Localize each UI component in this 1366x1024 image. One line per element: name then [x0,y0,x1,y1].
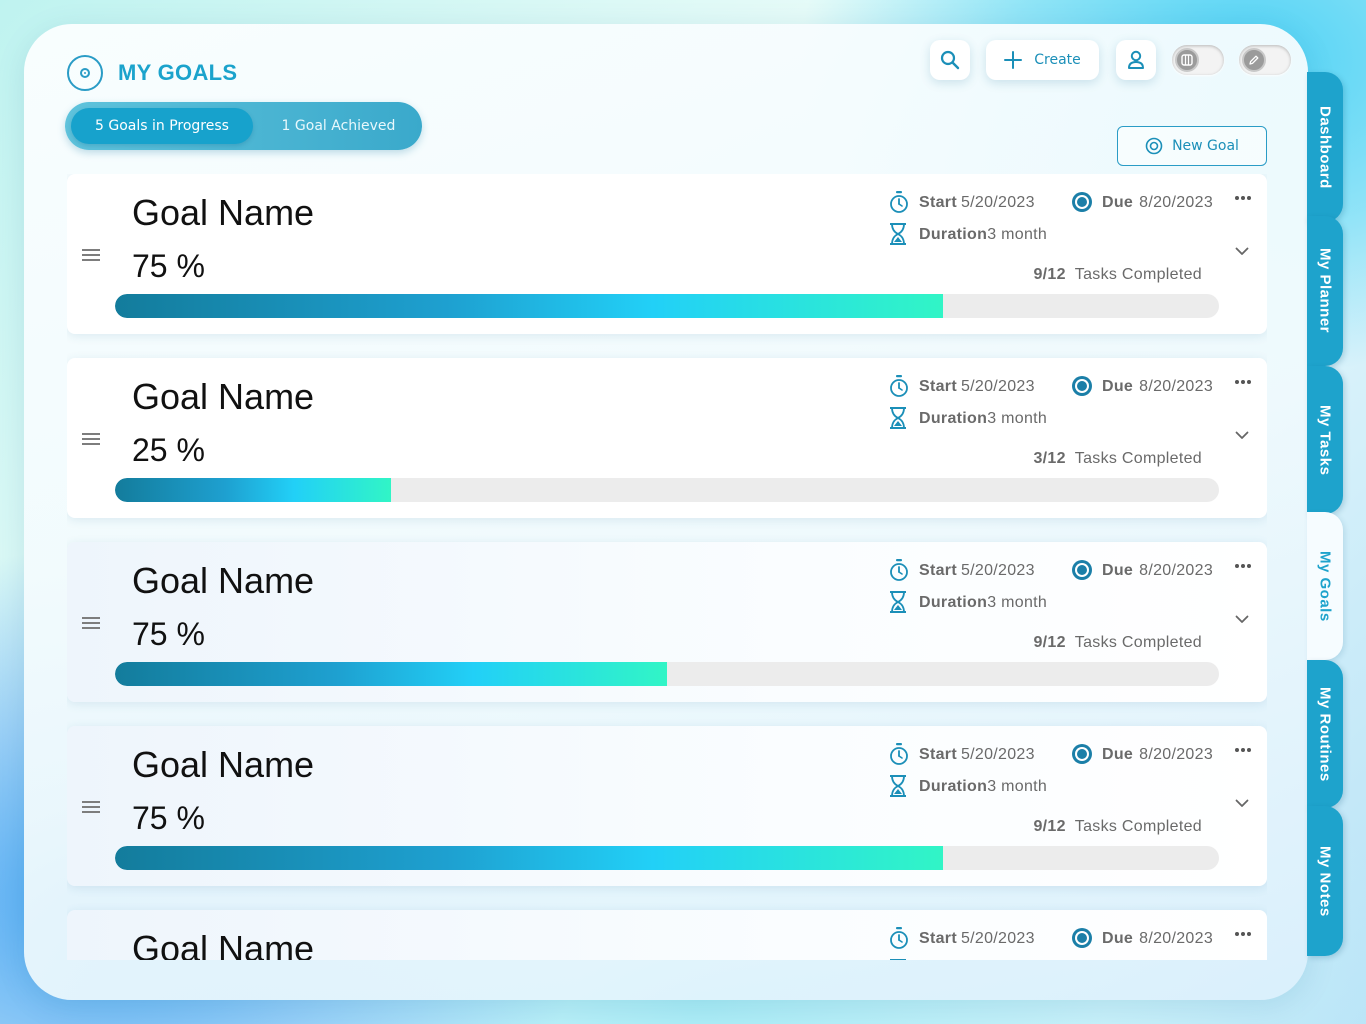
chevron-down-icon[interactable] [1235,431,1249,440]
search-button[interactable] [930,40,970,80]
chevron-down-icon[interactable] [1235,799,1249,808]
due-date: Due 8/20/2023 [1102,194,1214,211]
progress-bar [115,662,1219,686]
edit-mode-toggle[interactable] [1239,45,1291,75]
goal-percent: 75 % [132,248,205,284]
due-target-icon [1072,744,1092,764]
more-options-icon[interactable] [1234,563,1252,569]
progress-bar [115,294,1219,318]
progress-fill [115,846,943,870]
goal-percent: 75 % [132,800,205,836]
start-date: Start 5/20/2023 [919,746,1035,763]
stopwatch-icon [890,743,908,765]
profile-button[interactable] [1116,40,1156,80]
hourglass-icon [890,407,906,429]
start-date: Start 5/20/2023 [919,194,1035,211]
goal-card[interactable]: Goal Name 75 % Start 5/20/2023 Due 8/20/20… [67,174,1267,334]
new-goal-button[interactable]: New Goal [1117,126,1267,166]
goal-name: Goal Name [132,192,315,233]
duration: Duration3 month [919,778,1048,795]
goal-target-icon [67,55,103,91]
tab-my-routines[interactable]: My Routines [1307,660,1343,808]
goal-card[interactable]: Goal Name 75 % Start 5/20/2023 Due 8/20/20… [67,542,1267,702]
drag-handle-icon[interactable] [82,249,100,261]
due-date: Due 8/20/2023 [1102,930,1214,947]
more-options-icon[interactable] [1234,195,1252,201]
hourglass-icon [890,591,906,613]
more-options-icon[interactable] [1234,379,1252,385]
hourglass-icon [890,775,906,797]
tab-my-goals[interactable]: My Goals [1307,512,1343,660]
progress-bar [115,846,1219,870]
drag-handle-icon[interactable] [82,617,100,629]
plus-icon [1004,51,1023,69]
filter-achieved-button[interactable]: 1 Goal Achieved [261,108,416,144]
create-button[interactable]: Create [986,40,1099,80]
tab-dashboard[interactable]: Dashboard [1307,72,1343,222]
goal-name: Goal Name [132,560,315,601]
drag-handle-icon[interactable] [82,801,100,813]
due-target-icon [1072,192,1092,212]
goal-name: Goal Name [132,744,315,785]
goal-filter-segmented-control: 5 Goals in Progress 1 Goal Achieved [65,102,422,150]
tab-my-notes[interactable]: My Notes [1307,806,1343,956]
progress-fill [115,478,391,502]
hourglass-icon [890,959,906,960]
tasks-completed: 9/12 Tasks Completed [1033,266,1202,283]
goal-card[interactable]: Goal Name 75 % Start 5/20/2023 Due 8/20/20… [67,726,1267,886]
tab-my-planner[interactable]: My Planner [1307,216,1343,366]
duration: Duration3 month [919,410,1048,427]
goal-name: Goal Name [132,376,315,417]
progress-fill [115,662,667,686]
start-date: Start 5/20/2023 [919,378,1035,395]
tab-my-tasks[interactable]: My Tasks [1307,366,1343,514]
due-target-icon [1072,928,1092,948]
target-icon [1145,137,1163,155]
goal-card[interactable]: Goal Name Start 5/20/2023 Due 8/20/2023 [67,910,1267,960]
duration: Duration3 month [919,226,1048,243]
user-icon [1128,50,1144,69]
due-date: Due 8/20/2023 [1102,562,1214,579]
start-date: Start 5/20/2023 [919,930,1035,947]
tasks-completed: 3/12 Tasks Completed [1033,450,1202,467]
tasks-completed: 9/12 Tasks Completed [1033,818,1202,835]
progress-fill [115,294,943,318]
due-target-icon [1072,560,1092,580]
layout-icon [1181,54,1193,66]
stopwatch-icon [890,191,908,213]
duration: Duration3 month [919,594,1048,611]
display-mode-toggle[interactable] [1172,45,1224,75]
stopwatch-icon [890,927,908,949]
more-options-icon[interactable] [1234,931,1252,937]
goal-name: Goal Name [132,928,315,960]
page-title: MY GOALS [118,60,238,85]
stopwatch-icon [890,559,908,581]
goal-list: Goal Name 75 % Start 5/20/2023 Due 8/20/20… [67,174,1267,960]
create-label: Create [1034,52,1081,68]
chevron-down-icon[interactable] [1235,615,1249,624]
stopwatch-icon [890,375,908,397]
progress-bar [115,478,1219,502]
goal-percent: 75 % [132,616,205,652]
due-date: Due 8/20/2023 [1102,378,1214,395]
new-goal-label: New Goal [1172,138,1239,154]
goal-percent: 25 % [132,432,205,468]
drag-handle-icon[interactable] [82,433,100,445]
due-date: Due 8/20/2023 [1102,746,1214,763]
tasks-completed: 9/12 Tasks Completed [1033,634,1202,651]
start-date: Start 5/20/2023 [919,562,1035,579]
filter-in-progress-button[interactable]: 5 Goals in Progress [71,108,253,144]
search-icon [940,50,960,70]
more-options-icon[interactable] [1234,747,1252,753]
due-target-icon [1072,376,1092,396]
goal-card[interactable]: Goal Name 25 % Start 5/20/2023 Due 8/20/20… [67,358,1267,518]
hourglass-icon [890,223,906,245]
toggle-knob [1242,48,1266,72]
chevron-down-icon[interactable] [1235,247,1249,256]
toggle-knob [1175,48,1199,72]
pencil-icon [1249,55,1259,65]
